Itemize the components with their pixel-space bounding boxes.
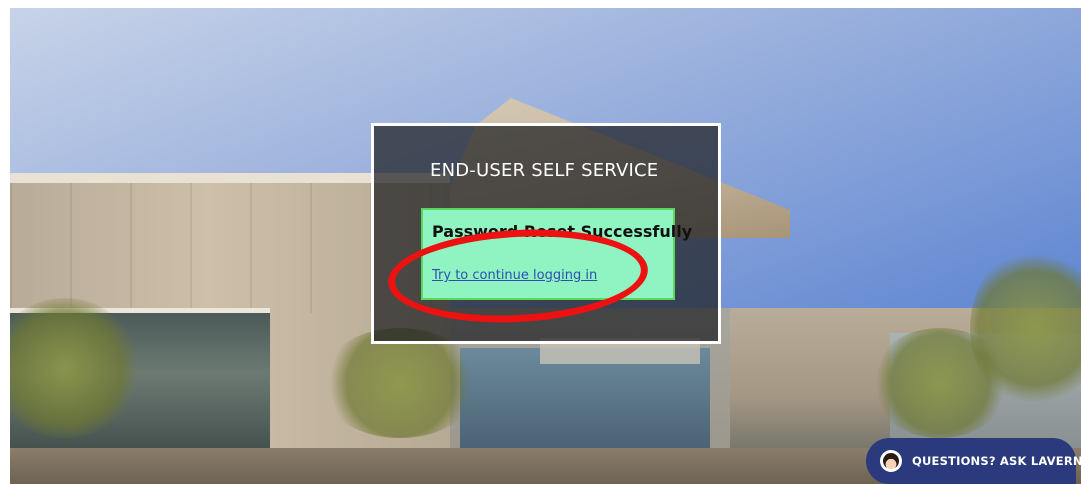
ask-lavern-chat-button[interactable]: QUESTIONS? ASK LAVERN <box>866 438 1081 484</box>
chat-button-label: QUESTIONS? ASK LAVERN <box>912 454 1081 468</box>
avatar-face <box>883 453 899 469</box>
dialog-title: END-USER SELF SERVICE <box>430 160 659 181</box>
lavern-avatar-icon <box>880 450 902 472</box>
tree <box>320 328 480 438</box>
